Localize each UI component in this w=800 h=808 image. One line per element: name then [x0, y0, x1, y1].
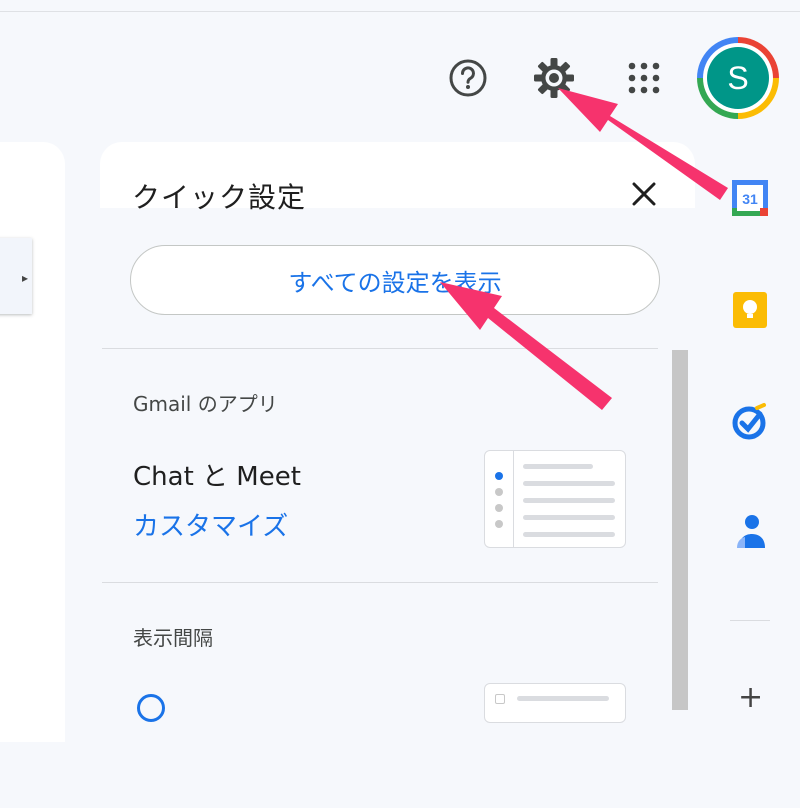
calendar-icon[interactable]: 31 [728, 176, 772, 220]
gmail-apps-heading: Gmail のアプリ [133, 392, 278, 416]
contacts-icon[interactable] [728, 510, 772, 554]
preview-line [523, 532, 615, 537]
chip-marker: ▸ [21, 271, 28, 285]
chat-meet-preview[interactable] [484, 450, 626, 548]
calendar-date: 31 [742, 191, 758, 207]
preview-checkbox [495, 694, 505, 704]
preview-dot [495, 504, 503, 512]
customize-link[interactable]: カスタマイズ [133, 506, 288, 543]
preview-dot [495, 488, 503, 496]
preview-line [523, 515, 615, 520]
chat-meet-label: Chat と Meet [133, 462, 301, 492]
preview-sidebar [485, 451, 514, 547]
preview-line [517, 696, 609, 701]
keep-icon[interactable] [728, 288, 772, 332]
account-avatar[interactable]: S [697, 37, 779, 119]
top-divider [0, 11, 800, 12]
scrollbar-thumb[interactable] [672, 350, 688, 710]
mail-list-panel [0, 142, 65, 742]
gear-icon[interactable] [530, 54, 578, 102]
left-tooltip-chip: ▸ [0, 238, 32, 314]
quick-settings-title: クイック設定 [132, 181, 307, 214]
section-divider [102, 348, 658, 349]
close-icon[interactable] [622, 172, 666, 216]
tasks-icon[interactable] [728, 400, 772, 444]
preview-line [523, 464, 593, 469]
preview-line [523, 498, 615, 503]
density-heading: 表示間隔 [133, 626, 213, 650]
side-panel-divider [730, 620, 770, 621]
view-all-settings-button[interactable]: すべての設定を表示 [130, 245, 660, 315]
help-icon[interactable] [446, 56, 490, 100]
section-divider [102, 582, 658, 583]
density-preview[interactable] [484, 683, 626, 723]
preview-dot-active [495, 472, 503, 480]
avatar-ring: S [703, 43, 773, 113]
preview-dot [495, 520, 503, 528]
apps-grid-icon[interactable] [622, 56, 666, 100]
density-radio[interactable] [137, 694, 165, 722]
preview-line [523, 481, 615, 486]
add-app-icon[interactable]: + [738, 680, 763, 715]
avatar-letter: S [707, 47, 769, 109]
